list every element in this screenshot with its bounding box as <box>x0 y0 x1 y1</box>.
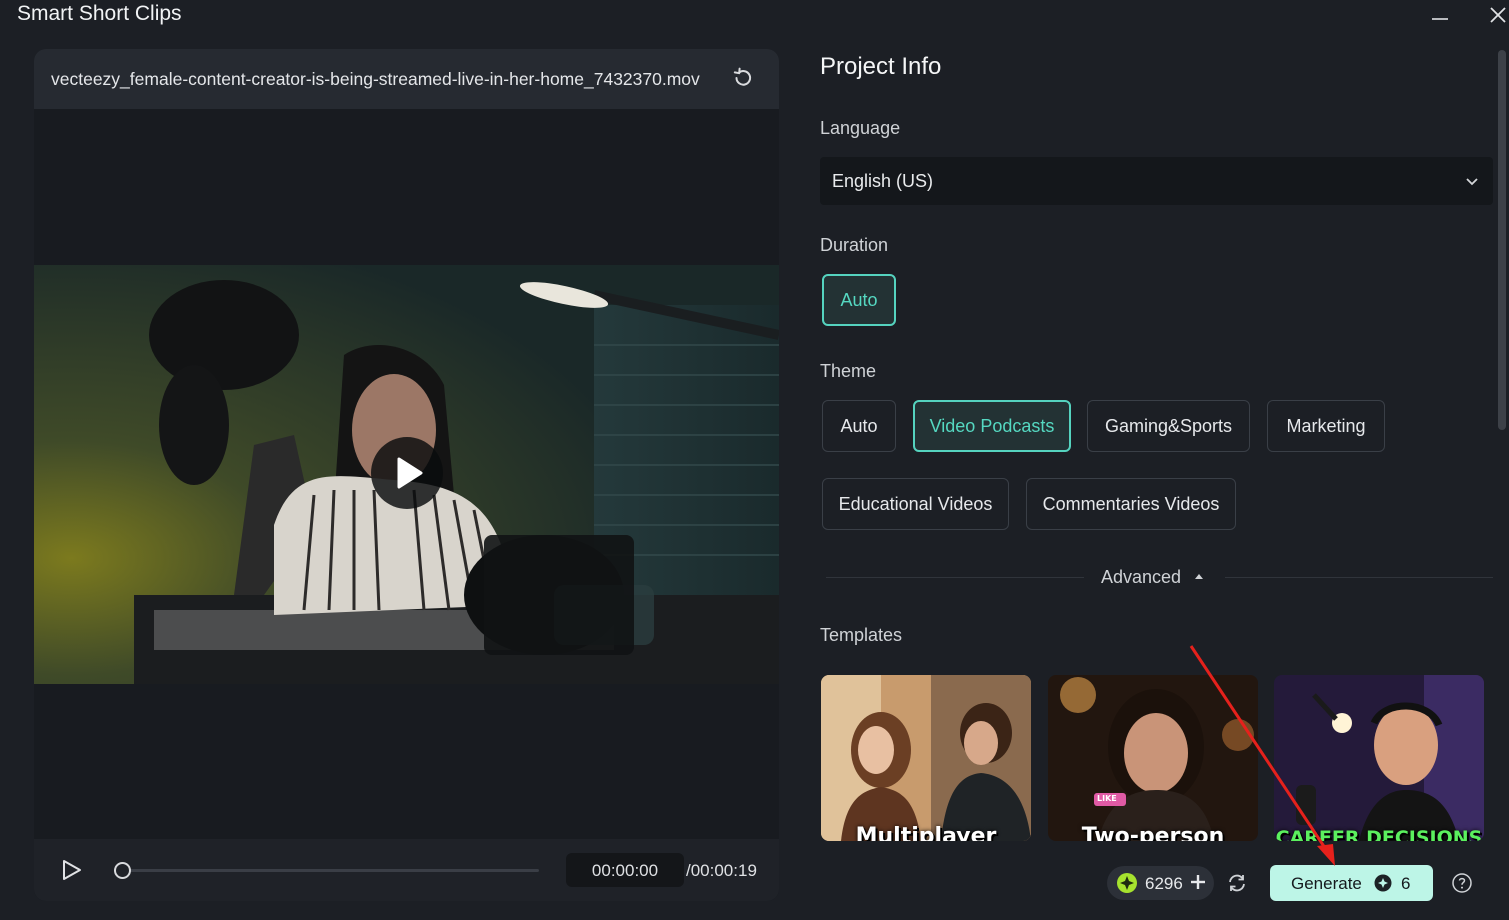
theme-option-video-podcasts[interactable]: Video Podcasts <box>913 400 1071 452</box>
advanced-toggle[interactable]: Advanced <box>1101 567 1181 588</box>
template-thumbnail <box>821 675 1031 841</box>
template-label: Two-person <box>1048 824 1258 841</box>
language-label: Language <box>820 118 901 138</box>
theme-option-auto[interactable]: Auto <box>822 400 896 452</box>
seek-handle[interactable] <box>114 862 131 879</box>
template-card-career-decisions[interactable]: CAREER DECISIONS <box>1274 675 1484 841</box>
chevron-down-icon <box>1466 178 1478 186</box>
generate-label: Generate <box>1291 874 1362 893</box>
divider <box>1225 577 1493 578</box>
replace-file-icon[interactable] <box>731 66 755 90</box>
close-button[interactable] <box>1480 0 1509 30</box>
theme-option-educational-videos[interactable]: Educational Videos <box>822 478 1009 530</box>
generate-cost: 6 <box>1401 874 1411 893</box>
credit-coin-icon <box>1374 874 1392 892</box>
template-card-multiplayer[interactable]: Multiplayer <box>821 675 1031 841</box>
panel-scrollbar[interactable] <box>1498 50 1506 430</box>
template-thumbnail <box>1274 675 1484 841</box>
total-duration: /00:00:19 <box>686 861 757 880</box>
video-play-button[interactable] <box>371 437 443 509</box>
project-info-title: Project Info <box>820 53 942 80</box>
current-time: 00:00:00 <box>591 861 659 880</box>
video-frame[interactable] <box>34 265 779 684</box>
generate-button[interactable]: Generate 6 <box>1270 865 1433 901</box>
file-name: vecteezy_female-content-creator-is-being… <box>51 69 700 89</box>
file-bar: vecteezy_female-content-creator-is-being… <box>34 49 779 109</box>
playback-controls: 00:00:00 /00:00:19 <box>34 839 779 901</box>
like-badge: LIKE <box>1097 794 1117 803</box>
preview-panel: vecteezy_female-content-creator-is-being… <box>34 49 779 901</box>
caret-up-icon[interactable] <box>1194 572 1204 580</box>
template-card-two-person[interactable]: Two-person LIKE <box>1048 675 1258 841</box>
theme-option-gaming-sports[interactable]: Gaming&Sports <box>1087 400 1250 452</box>
credits-balance[interactable]: 6296 <box>1107 866 1214 900</box>
credit-count: 6296 <box>1145 874 1183 893</box>
project-info-panel: Project Info Language English (US) Durat… <box>800 40 1500 841</box>
language-value: English (US) <box>832 171 934 191</box>
credit-gem-icon <box>1117 873 1137 893</box>
close-icon <box>1490 7 1506 23</box>
help-icon[interactable] <box>1451 872 1473 894</box>
template-thumbnail <box>1048 675 1258 841</box>
current-time-field[interactable]: 00:00:00 <box>566 853 684 887</box>
template-label: CAREER DECISIONS <box>1275 827 1483 841</box>
title-bar: Smart Short Clips <box>0 0 1509 30</box>
theme-option-marketing[interactable]: Marketing <box>1267 400 1385 452</box>
seek-slider[interactable] <box>114 862 539 879</box>
play-icon[interactable] <box>58 857 84 883</box>
divider <box>826 577 1084 578</box>
theme-option-commentaries-videos[interactable]: Commentaries Videos <box>1026 478 1236 530</box>
refresh-icon[interactable] <box>1226 872 1248 894</box>
theme-label: Theme <box>820 361 877 381</box>
play-icon <box>397 457 423 489</box>
templates-label: Templates <box>820 625 903 645</box>
duration-label: Duration <box>820 235 889 255</box>
minimize-button[interactable] <box>1422 0 1458 30</box>
template-label: Multiplayer <box>855 824 997 841</box>
window-title: Smart Short Clips <box>17 2 182 25</box>
language-dropdown[interactable]: English (US) <box>820 157 1493 205</box>
video-preview-area <box>34 109 779 839</box>
template-label-text: Two-person <box>1081 824 1225 841</box>
duration-option-auto[interactable]: Auto <box>822 274 896 326</box>
add-credits-icon[interactable] <box>1189 873 1207 891</box>
minimize-icon <box>1432 18 1448 20</box>
